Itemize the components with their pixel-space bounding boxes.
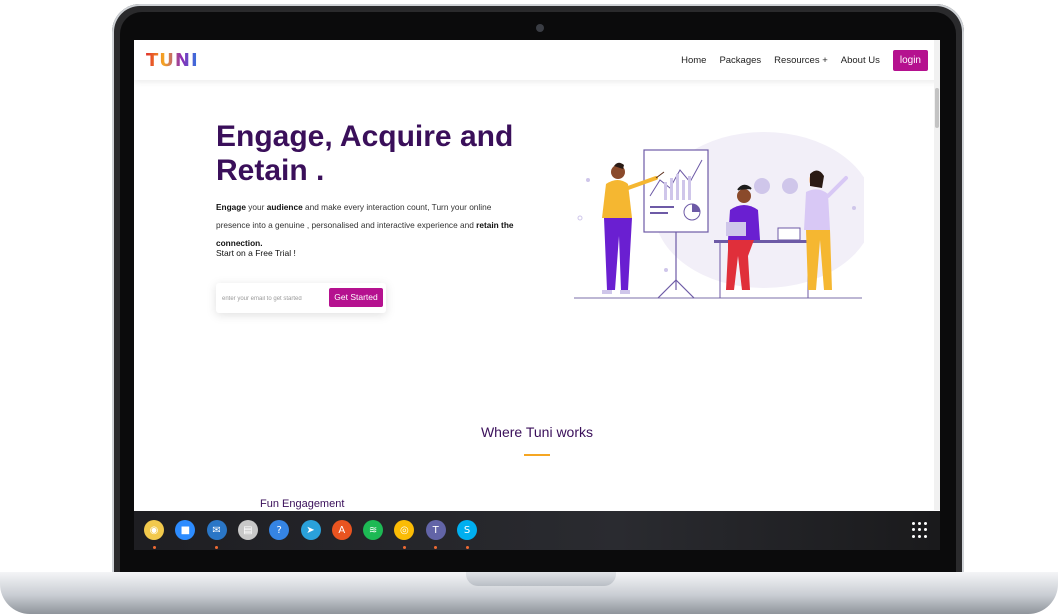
laptop-notch xyxy=(466,572,616,586)
nav-about-us[interactable]: About Us xyxy=(841,55,880,66)
zoom-icon[interactable]: ■ xyxy=(175,520,196,540)
hero-text-part: audience xyxy=(266,202,303,212)
running-indicator xyxy=(215,546,219,549)
hero-description: Engage your audience and make every inte… xyxy=(216,198,522,252)
running-indicator xyxy=(402,546,406,549)
fun-engagement-heading: Fun Engagement xyxy=(260,498,345,510)
app-center-icon[interactable]: A xyxy=(331,520,352,540)
hero-text-part: Engage xyxy=(216,202,246,212)
tuni-logo[interactable]: TUNI xyxy=(146,50,199,71)
hero-title: Engage, Acquire and Retain . xyxy=(216,120,514,187)
files-icon[interactable]: ▤ xyxy=(237,520,258,540)
thunderbird-icon[interactable]: ✉ xyxy=(206,520,227,540)
webcam-icon xyxy=(536,24,544,32)
taskbar-dock: ◉ ■ ✉ ▤? ➤ A ≋ ◎ T S xyxy=(134,511,940,550)
scrollbar-thumb[interactable] xyxy=(935,88,939,128)
hero-text-part: your xyxy=(245,202,267,212)
rhythmbox-icon[interactable]: ◉ xyxy=(144,520,164,540)
section-title: Where Tuni works xyxy=(480,424,594,440)
show-applications-icon[interactable] xyxy=(912,522,928,538)
running-indicator xyxy=(465,546,469,549)
nav-home[interactable]: Home xyxy=(681,55,706,66)
nav-menu: Home Packages Resources + About Us login xyxy=(681,50,928,71)
running-indicator xyxy=(152,546,156,549)
hero-illustration xyxy=(574,132,864,299)
login-button[interactable]: login xyxy=(892,50,928,71)
nav-resources[interactable]: Resources + xyxy=(774,55,828,66)
email-input[interactable] xyxy=(220,291,324,307)
spotify-icon[interactable]: ≋ xyxy=(363,520,384,540)
nav-packages[interactable]: Packages xyxy=(719,55,761,66)
browser-screen: TUNI Home Packages Resources + About Us … xyxy=(134,40,940,550)
telegram-icon[interactable]: ➤ xyxy=(300,520,321,540)
get-started-button[interactable]: Get Started xyxy=(329,288,383,307)
teams-icon[interactable]: T xyxy=(425,520,446,540)
navbar: TUNI Home Packages Resources + About Us … xyxy=(134,40,940,80)
help-icon[interactable]: ? xyxy=(269,520,290,540)
running-indicator xyxy=(434,546,438,549)
free-trial-text: Start on a Free Trial ! xyxy=(216,248,296,258)
section-title-underline xyxy=(524,454,550,456)
chrome-icon[interactable]: ◎ xyxy=(394,520,415,540)
skype-icon[interactable]: S xyxy=(457,520,477,540)
signup-form: Get Started xyxy=(216,283,386,313)
